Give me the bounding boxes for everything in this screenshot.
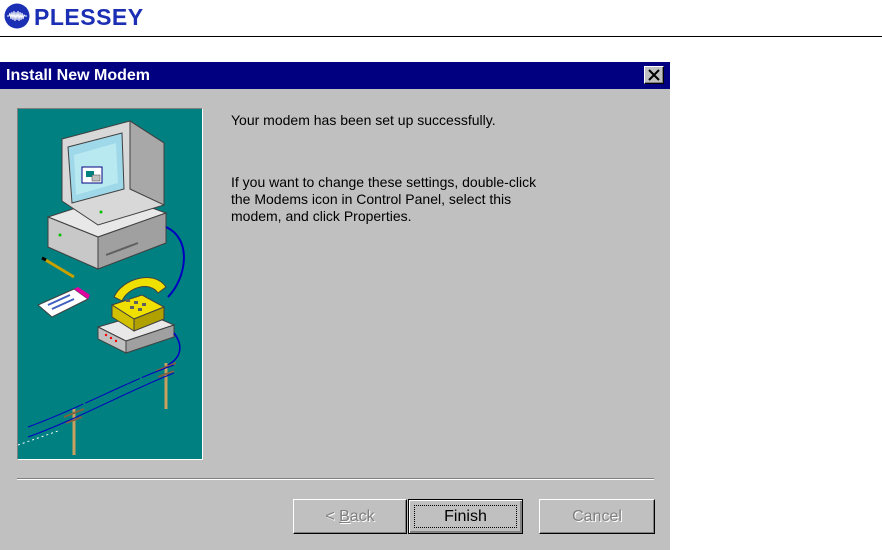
dialog-title: Install New Modem bbox=[6, 67, 151, 84]
back-button-label: ack bbox=[349, 508, 375, 525]
cancel-button[interactable]: Cancel bbox=[539, 499, 655, 534]
close-icon bbox=[648, 69, 660, 81]
finish-button[interactable]: Finish bbox=[408, 499, 523, 534]
install-new-modem-dialog: Install New Modem Your modem has been se… bbox=[0, 62, 670, 550]
page-header: PLESSEY bbox=[0, 0, 882, 38]
success-message: Your modem has been set up successfully. bbox=[231, 112, 496, 128]
cancel-button-label: Cancel bbox=[572, 508, 622, 525]
dialog-titlebar[interactable]: Install New Modem bbox=[0, 62, 670, 89]
instructions-message: If you want to change these settings, do… bbox=[231, 174, 537, 224]
back-button[interactable]: < Back bbox=[293, 499, 407, 534]
back-button-accelerator: B bbox=[339, 508, 350, 525]
brand-name: PLESSEY bbox=[34, 4, 144, 30]
finish-button-label: Finish bbox=[444, 508, 487, 525]
plessey-waveform-logo-icon bbox=[4, 3, 30, 29]
header-divider bbox=[0, 36, 882, 37]
back-button-prefix: < bbox=[325, 508, 340, 525]
computer-modem-telephone-illustration bbox=[18, 109, 202, 459]
button-separator bbox=[17, 478, 654, 480]
close-button[interactable] bbox=[644, 66, 664, 84]
wizard-illustration bbox=[17, 108, 203, 460]
